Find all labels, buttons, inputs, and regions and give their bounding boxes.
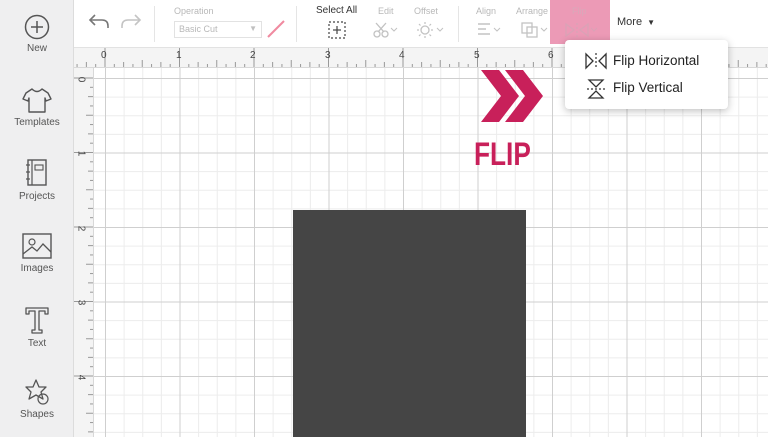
line-color-icon[interactable] bbox=[266, 19, 286, 39]
sidebar-item-templates[interactable]: Templates bbox=[0, 86, 74, 128]
design-canvas[interactable] bbox=[94, 68, 768, 437]
redo-icon[interactable] bbox=[120, 12, 142, 30]
offset-icon[interactable] bbox=[416, 21, 444, 39]
ruler-left: 0 1 2 3 4 bbox=[74, 68, 94, 437]
sidebar-item-label: Shapes bbox=[20, 409, 54, 420]
ruler-left-ticks bbox=[74, 77, 93, 433]
arrange-icon[interactable] bbox=[520, 21, 548, 39]
more-label: More bbox=[617, 16, 643, 28]
ruler-left-number: 2 bbox=[75, 225, 87, 232]
ruler-top-number: 2 bbox=[250, 50, 256, 61]
menu-item-label: Flip Vertical bbox=[613, 80, 683, 95]
sidebar-item-label: Images bbox=[20, 263, 54, 274]
shapes-icon bbox=[25, 379, 49, 405]
sidebar-item-new[interactable]: New bbox=[0, 14, 74, 54]
caret-down-icon: ▼ bbox=[647, 18, 656, 27]
ruler-left-number: 4 bbox=[75, 374, 87, 381]
scissors-icon[interactable] bbox=[372, 21, 398, 39]
ruler-left-number: 1 bbox=[75, 150, 87, 157]
ruler-top-number: 3 bbox=[325, 50, 331, 61]
align-label: Align bbox=[476, 6, 497, 16]
menu-item-label: Flip Horizontal bbox=[613, 53, 700, 68]
ruler-top-number: 0 bbox=[101, 50, 107, 61]
select-all-icon[interactable] bbox=[328, 21, 346, 39]
more-button[interactable]: More ▼ bbox=[617, 16, 655, 28]
flip-annotation-text: FLIP bbox=[474, 136, 531, 172]
ruler-top-number: 1 bbox=[176, 50, 182, 61]
menu-item-flip-horizontal[interactable]: Flip Horizontal bbox=[565, 48, 728, 74]
left-sidebar: New Templates Projects Images Text Shape… bbox=[0, 0, 74, 437]
flip-label: Flip bbox=[572, 6, 587, 16]
tshirt-icon bbox=[22, 88, 52, 113]
double-chevron-right-icon bbox=[481, 70, 543, 122]
sidebar-item-images[interactable]: Images bbox=[0, 232, 74, 274]
flip-icon[interactable] bbox=[564, 21, 598, 39]
notebook-icon bbox=[26, 159, 47, 186]
ruler-top-number: 6 bbox=[548, 50, 554, 61]
menu-item-flip-vertical[interactable]: Flip Vertical bbox=[565, 75, 728, 101]
sidebar-item-label: Text bbox=[27, 338, 47, 349]
ruler-top-number: 4 bbox=[399, 50, 405, 61]
operation-label: Operation bbox=[174, 6, 214, 16]
ruler-left-number: 3 bbox=[75, 299, 87, 306]
operation-select[interactable]: Basic Cut ▼ bbox=[174, 21, 262, 38]
select-all-label: Select All bbox=[316, 5, 358, 16]
toolbar-divider bbox=[296, 6, 297, 42]
toolbar-divider bbox=[154, 6, 155, 42]
flip-horizontal-icon bbox=[585, 52, 607, 70]
flip-vertical-icon bbox=[587, 79, 605, 99]
edit-label: Edit bbox=[378, 6, 394, 16]
image-icon bbox=[22, 233, 52, 259]
sidebar-item-label: Projects bbox=[18, 191, 56, 202]
square-shape[interactable] bbox=[293, 210, 526, 437]
offset-label: Offset bbox=[414, 6, 438, 16]
arrange-label: Arrange bbox=[516, 6, 549, 16]
sidebar-item-text[interactable]: Text bbox=[0, 305, 74, 349]
sidebar-item-label: New bbox=[26, 43, 47, 54]
flip-dropdown-menu: Flip Horizontal Flip Vertical bbox=[565, 40, 728, 109]
text-t-icon bbox=[25, 307, 49, 334]
toolbar-divider bbox=[458, 6, 459, 42]
ruler-top-number: 5 bbox=[474, 50, 480, 61]
sidebar-item-label: Templates bbox=[14, 117, 60, 128]
operation-value: Basic Cut bbox=[179, 24, 218, 34]
chevron-down-icon: ▼ bbox=[249, 24, 257, 33]
align-icon[interactable] bbox=[476, 21, 502, 39]
sidebar-item-shapes[interactable]: Shapes bbox=[0, 378, 74, 420]
ruler-left-number: 0 bbox=[75, 76, 87, 83]
undo-icon[interactable] bbox=[88, 12, 110, 30]
sidebar-item-projects[interactable]: Projects bbox=[0, 158, 74, 202]
plus-circle-icon bbox=[24, 14, 50, 40]
